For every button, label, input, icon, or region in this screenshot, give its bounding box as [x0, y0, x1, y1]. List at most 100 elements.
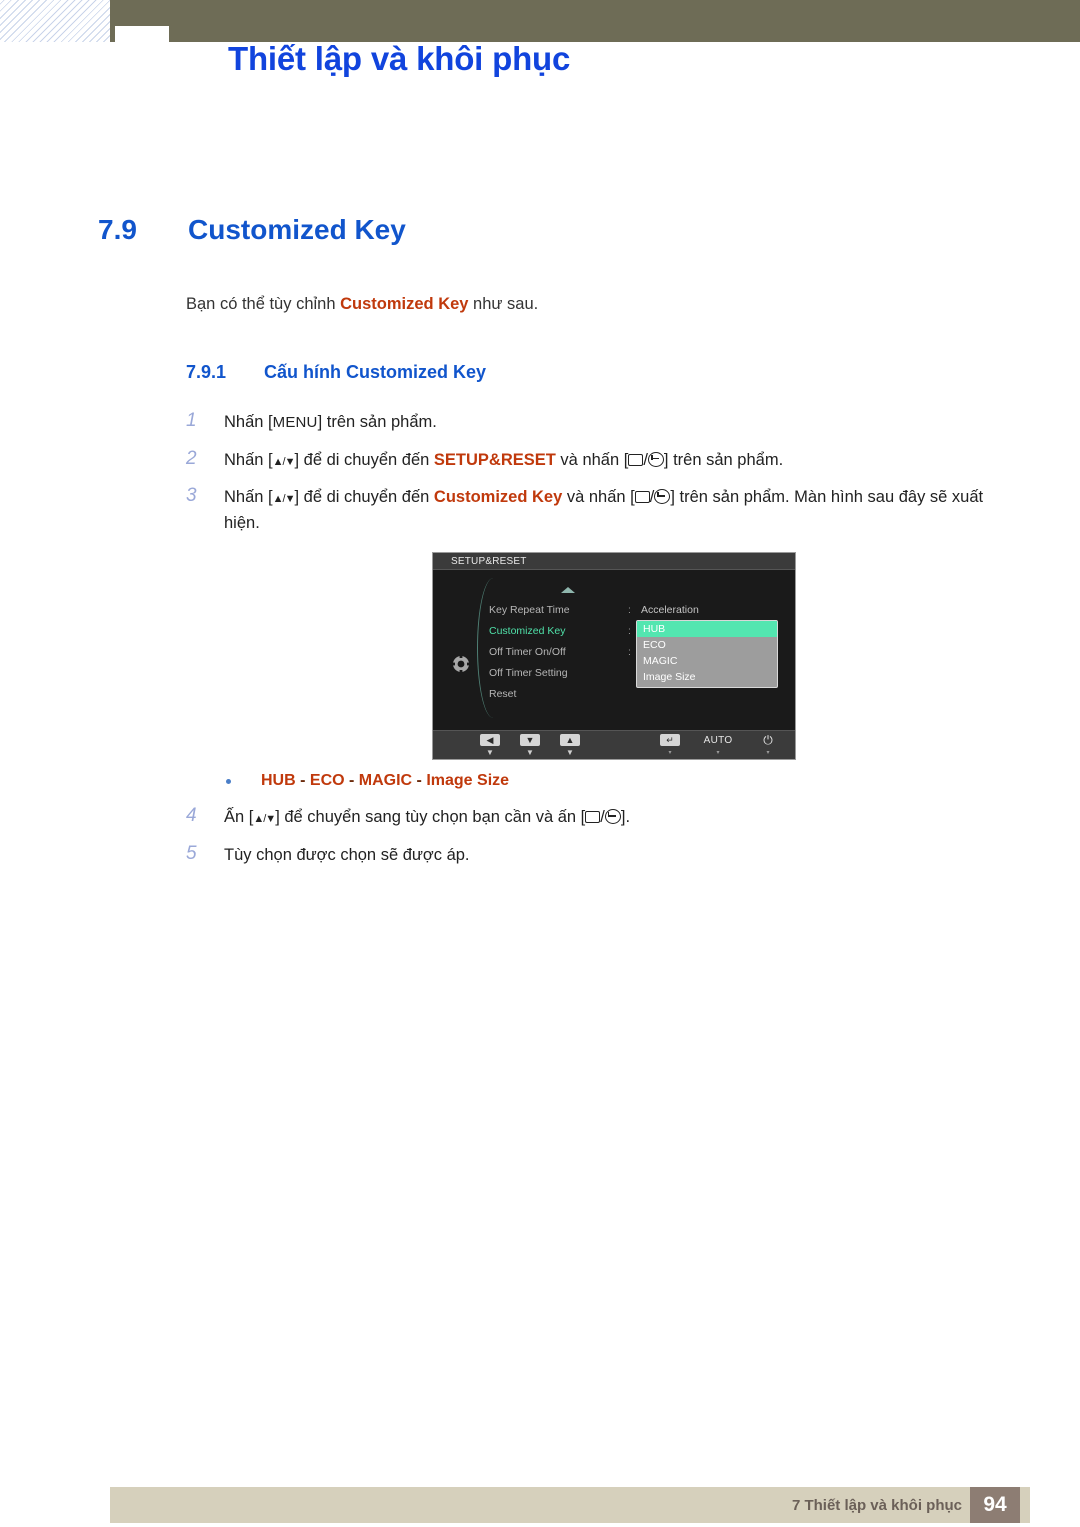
- bullet-option-list: HUB - ECO - MAGIC - Image Size: [261, 772, 509, 790]
- inline-text: ] trên sản phẩm.: [663, 450, 784, 469]
- header-olive-bar: [110, 0, 1080, 42]
- left-arrow-button-glyph-icon: ◀: [480, 734, 500, 746]
- inline-text: và nhấn [: [562, 488, 635, 507]
- auto-button[interactable]: AUTO ▾: [701, 734, 735, 757]
- page-header-title: Thiết lập và khôi phục: [228, 40, 571, 77]
- inline-text: ].: [620, 808, 631, 826]
- bullet-separator: -: [295, 772, 310, 789]
- inline-text: ] để di chuyển đến: [294, 488, 434, 507]
- osd-button-tick-icon: ▼: [526, 748, 534, 757]
- auto-label: AUTO: [703, 735, 733, 746]
- osd-option-popup[interactable]: HUB ECO MAGIC Image Size: [636, 620, 778, 688]
- step-item: 2 Nhấn [▲/▼] để di chuyển đến SETUP&RESET…: [186, 448, 1006, 474]
- menu-key-label: MENU: [272, 414, 318, 431]
- intro-emphasis: Customized Key: [340, 295, 469, 313]
- step-item: 4 Ấn [▲/▼] để chuyển sang tùy chọn bạn cầ…: [186, 805, 1006, 831]
- osd-popup-option[interactable]: Image Size: [637, 669, 777, 685]
- step-text: Ấn [▲/▼] để chuyển sang tùy chọn bạn cần…: [224, 805, 1006, 831]
- osd-body: Key Repeat Time Customized Key Off Timer O…: [433, 570, 795, 730]
- footer-page-number: 94: [970, 1487, 1020, 1523]
- osd-title-label: SETUP&RESET: [451, 555, 527, 567]
- step-item: 5 Tùy chọn được chọn sẽ được áp.: [186, 843, 1006, 869]
- header-notch-decoration: [115, 26, 169, 42]
- subsection-number: 7.9.1: [186, 362, 227, 382]
- osd-menu-item[interactable]: Key Repeat Time: [489, 600, 624, 621]
- header-hatch-decoration: [0, 0, 110, 42]
- source-button-icon: [634, 491, 650, 504]
- step-text: Tùy chọn được chọn sẽ được áp.: [224, 843, 1006, 869]
- osd-button-tick-icon: ▼: [566, 748, 574, 757]
- osd-button-tick-icon: ▾: [766, 750, 770, 756]
- step-number: 1: [186, 410, 197, 431]
- up-down-arrow-icon: ▲/▼: [272, 493, 296, 506]
- bullet-option: Image Size: [426, 772, 510, 789]
- osd-menu-list: Key Repeat Time Customized Key Off Timer O…: [489, 600, 624, 705]
- osd-value-key-repeat-time: Acceleration: [641, 604, 699, 616]
- gear-icon: [451, 654, 471, 674]
- osd-popup-option[interactable]: ECO: [637, 637, 777, 653]
- up-down-arrow-icon: ▲/▼: [272, 455, 296, 468]
- osd-menu-item[interactable]: Customized Key: [489, 621, 624, 642]
- source-button-icon: [585, 811, 601, 823]
- inline-text: ] để di chuyển đến: [294, 450, 434, 469]
- step-number: 5: [186, 842, 197, 864]
- left-arrow-button[interactable]: ◀ ▼: [473, 734, 507, 757]
- inline-text: ] để chuyển sang tùy chọn bạn cần và ấn …: [275, 808, 586, 826]
- down-arrow-button-glyph-icon: ▼: [520, 734, 540, 746]
- osd-button-tick-icon: ▼: [486, 748, 494, 757]
- enter-button-glyph: ↵: [653, 734, 687, 747]
- intro-paragraph: Bạn có thể tùy chỉnh Customized Key như …: [186, 295, 538, 314]
- osd-popup-option[interactable]: HUB: [637, 621, 777, 637]
- source-button-icon: [628, 453, 644, 466]
- enter-button[interactable]: ↵ ▾: [653, 734, 687, 757]
- enter-button-icon: [654, 489, 671, 505]
- osd-menu-item[interactable]: Off Timer On/Off: [489, 642, 624, 663]
- bullet-option: MAGIC: [358, 772, 413, 789]
- down-arrow-button[interactable]: ▼ ▼: [513, 734, 547, 757]
- osd-menu-item[interactable]: Off Timer Setting: [489, 663, 624, 684]
- step-text: Nhấn [▲/▼] để di chuyển đến SETUP&RESET …: [224, 448, 1006, 474]
- steps-list-continued: 4 Ấn [▲/▼] để chuyển sang tùy chọn bạn cầ…: [186, 805, 1006, 880]
- inline-text: Tùy chọn được chọn sẽ được áp.: [224, 845, 470, 864]
- osd-popup-option[interactable]: MAGIC: [637, 653, 777, 669]
- step-item: 1 Nhấn [MENU] trên sản phẩm.: [186, 410, 1006, 436]
- bullet-separator: -: [344, 772, 359, 789]
- osd-button-bar: ◀ ▼ ▼ ▼ ▲ ▼ ↵ ▾ AUTO ▾ ⏻ ▾: [433, 730, 795, 759]
- osd-colon: [628, 663, 631, 684]
- section-heading: 7.9 Customized Key: [98, 214, 406, 246]
- power-button-glyph: ⏻: [751, 734, 785, 747]
- osd-menu-item[interactable]: Reset: [489, 684, 624, 705]
- osd-colon: [628, 684, 631, 705]
- left-arrow-button-glyph: ◀: [473, 734, 507, 747]
- osd-colon: :: [628, 604, 631, 616]
- up-arrow-button[interactable]: ▲ ▼: [553, 734, 587, 757]
- subsection-title: Cấu hính Customized Key: [264, 362, 487, 382]
- inline-text: ] trên sản phẩm.: [317, 413, 437, 431]
- up-arrow-button-glyph: ▲: [553, 734, 587, 747]
- up-down-arrow-icon: ▲/▼: [253, 813, 276, 825]
- inline-emphasis: Customized Key: [433, 488, 563, 507]
- inline-text: Nhấn [: [224, 450, 273, 469]
- osd-colon: :: [628, 625, 631, 637]
- inline-text: và nhấn [: [555, 450, 629, 469]
- step-text: Nhấn [MENU] trên sản phẩm.: [224, 410, 1006, 436]
- osd-colon-column: :::: [628, 600, 631, 705]
- bullet-option: HUB: [261, 772, 296, 789]
- up-arrow-button-glyph-icon: ▲: [560, 734, 580, 746]
- enter-button-icon: [604, 809, 621, 824]
- bullet-dot-icon: [226, 778, 231, 784]
- auto-button-glyph: AUTO: [701, 734, 735, 747]
- intro-text-before: Bạn có thể tùy chỉnh: [186, 295, 341, 313]
- inline-text: Nhấn [: [224, 413, 273, 431]
- steps-list: 1 Nhấn [MENU] trên sản phẩm. 2 Nhấn [▲/▼] đ…: [186, 410, 1006, 548]
- bullet-separator: -: [412, 772, 427, 789]
- power-button[interactable]: ⏻ ▾: [751, 734, 785, 757]
- section-title: Customized Key: [188, 214, 406, 245]
- footer-chapter-label: 7 Thiết lập và khôi phục: [791, 1497, 962, 1514]
- osd-button-tick-icon: ▾: [716, 750, 720, 756]
- bullet-option: ECO: [309, 772, 345, 789]
- step-text: Nhấn [▲/▼] để di chuyển đến Customized K…: [224, 485, 1006, 536]
- intro-text-after: như sau.: [468, 295, 539, 313]
- inline-emphasis: SETUP&RESET: [433, 450, 556, 469]
- bullet-row: HUB - ECO - MAGIC - Image Size: [226, 772, 509, 790]
